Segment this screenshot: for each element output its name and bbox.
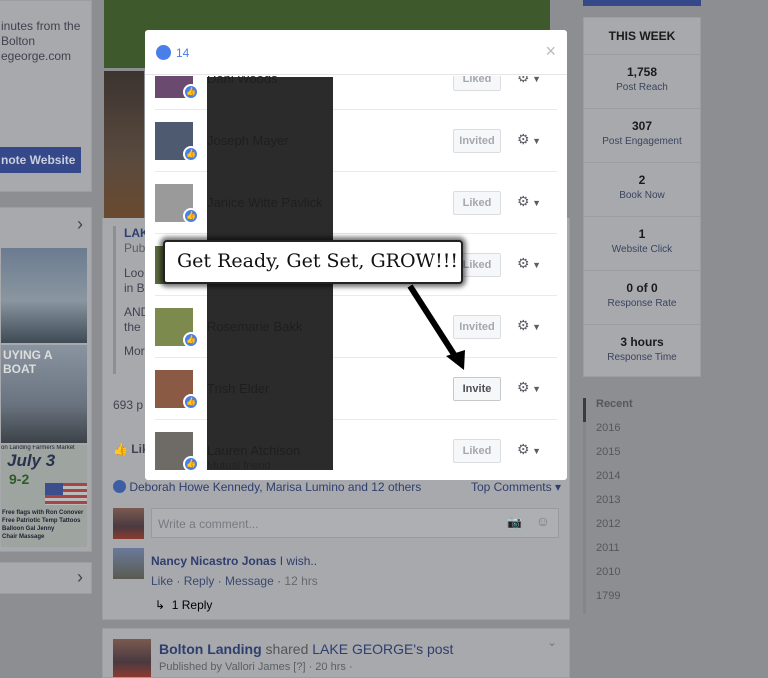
callout-arrow bbox=[407, 284, 465, 370]
